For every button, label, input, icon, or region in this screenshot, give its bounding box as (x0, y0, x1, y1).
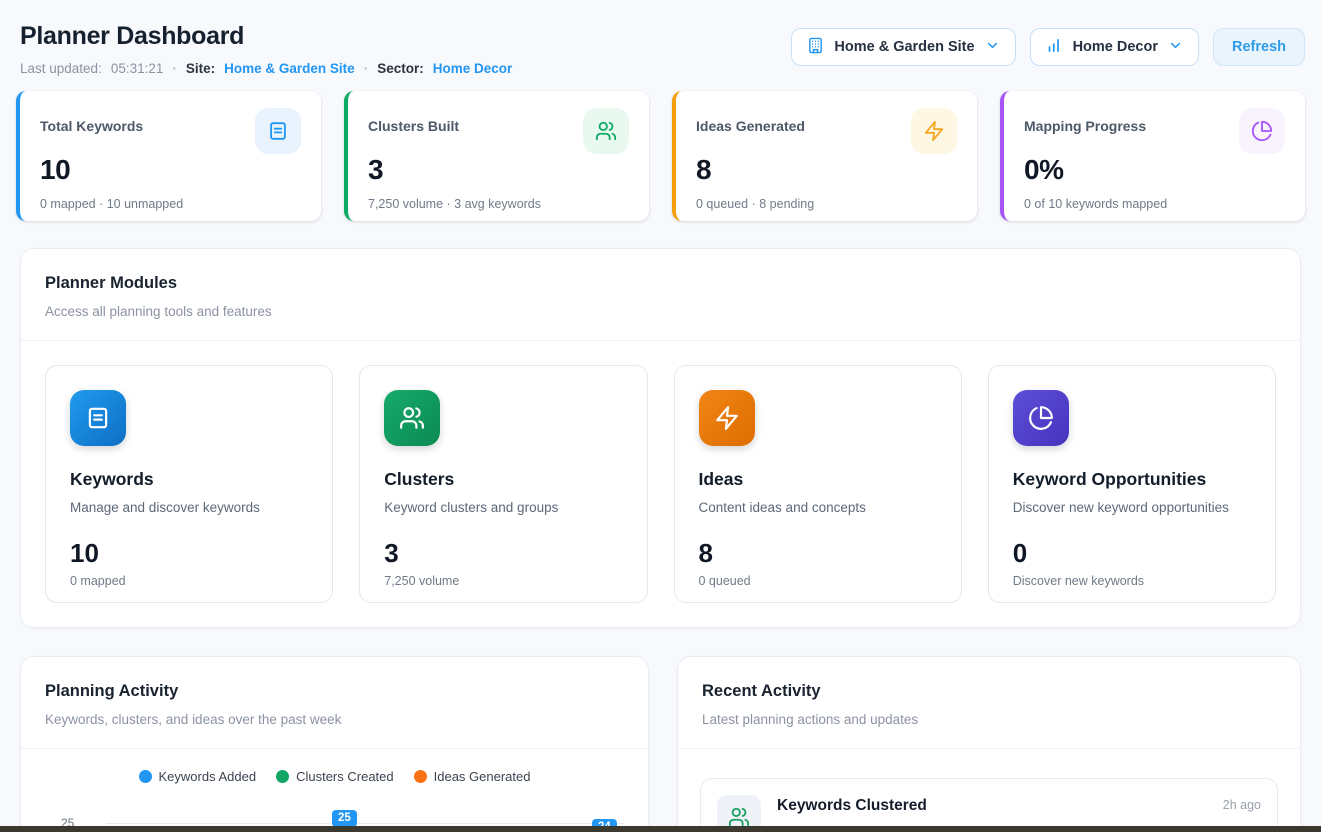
legend-item-keywords-added[interactable]: Keywords Added (139, 769, 257, 784)
document-icon (255, 108, 301, 154)
recent-activity-list: Keywords Clustered 3 new clusters create… (678, 749, 1300, 832)
module-card-keyword-opportunities[interactable]: Keyword Opportunities Discover new keywo… (988, 365, 1276, 603)
sector-selector-label: Home Decor (1073, 39, 1158, 55)
meta-line: Last updated: 05:31:21 · Site: Home & Ga… (20, 61, 512, 76)
planning-activity-title: Planning Activity (45, 682, 624, 701)
modules-panel-header: Planner Modules Access all planning tool… (21, 249, 1300, 341)
stat-label: Total Keywords (40, 118, 143, 134)
stat-value: 10 (40, 154, 301, 186)
header-actions: Home & Garden Site Home Decor Refresh (791, 28, 1305, 66)
chart-legend: Keywords Added Clusters Created Ideas Ge… (45, 769, 624, 784)
last-updated-label: Last updated: (20, 61, 102, 76)
legend-item-ideas-generated[interactable]: Ideas Generated (414, 769, 531, 784)
recent-activity-header: Recent Activity Latest planning actions … (678, 657, 1300, 749)
module-description: Keyword clusters and groups (384, 500, 622, 515)
recent-activity-title: Recent Activity (702, 682, 1276, 701)
legend-label: Ideas Generated (434, 769, 531, 784)
planning-activity-panel: Planning Activity Keywords, clusters, an… (20, 656, 649, 832)
legend-item-clusters-created[interactable]: Clusters Created (276, 769, 394, 784)
module-detail: Discover new keywords (1013, 574, 1251, 588)
zap-icon (699, 390, 755, 446)
bar-chart-icon (1046, 37, 1063, 58)
page-title: Planner Dashboard (20, 22, 512, 51)
stat-value: 8 (696, 154, 957, 186)
chevron-down-icon (985, 38, 1000, 57)
recent-activity-panel: Recent Activity Latest planning actions … (677, 656, 1301, 832)
planner-modules-panel: Planner Modules Access all planning tool… (20, 248, 1301, 628)
stat-card-clusters-built: Clusters Built 3 7,250 volume · 3 avg ke… (344, 91, 649, 221)
meta-separator: · (364, 61, 369, 76)
sector-link[interactable]: Home Decor (433, 61, 513, 76)
stat-value: 3 (368, 154, 629, 186)
stat-label: Ideas Generated (696, 118, 805, 134)
site-label: Site: (186, 61, 215, 76)
stat-card-ideas-generated: Ideas Generated 8 0 queued · 8 pending (672, 91, 977, 221)
stat-detail: 0 queued · 8 pending (696, 197, 957, 211)
module-title: Clusters (384, 469, 622, 490)
users-icon (583, 108, 629, 154)
sector-selector-button[interactable]: Home Decor (1030, 28, 1199, 66)
stat-label: Mapping Progress (1024, 118, 1146, 134)
building-icon (807, 37, 824, 58)
recent-activity-subtitle: Latest planning actions and updates (702, 712, 1276, 727)
module-description: Content ideas and concepts (699, 500, 937, 515)
pie-chart-icon (1239, 108, 1285, 154)
legend-label: Keywords Added (159, 769, 257, 784)
module-description: Discover new keyword opportunities (1013, 500, 1251, 515)
activity-timestamp: 2h ago (1223, 798, 1261, 812)
chevron-down-icon (1168, 38, 1183, 57)
main-column: Planner Modules Access all planning tool… (0, 248, 1321, 832)
module-card-keywords[interactable]: Keywords Manage and discover keywords 10… (45, 365, 333, 603)
planning-activity-subtitle: Keywords, clusters, and ideas over the p… (45, 712, 624, 727)
bottom-row: Planning Activity Keywords, clusters, an… (20, 656, 1301, 832)
module-title: Ideas (699, 469, 937, 490)
site-selector-label: Home & Garden Site (834, 39, 974, 55)
modules-subtitle: Access all planning tools and features (45, 304, 1276, 319)
data-point-label: 25 (332, 810, 357, 827)
pie-chart-icon (1013, 390, 1069, 446)
legend-label: Clusters Created (296, 769, 394, 784)
activity-title: Keywords Clustered (777, 797, 1207, 815)
activity-item-keywords-clustered[interactable]: Keywords Clustered 3 new clusters create… (700, 778, 1278, 832)
module-detail: 0 mapped (70, 574, 308, 588)
modules-grid: Keywords Manage and discover keywords 10… (21, 341, 1300, 627)
module-value: 8 (699, 538, 937, 569)
stats-row: Total Keywords 10 0 mapped · 10 unmapped… (0, 76, 1321, 221)
meta-separator: · (172, 61, 177, 76)
zap-icon (911, 108, 957, 154)
site-link[interactable]: Home & Garden Site (224, 61, 355, 76)
header-left: Planner Dashboard Last updated: 05:31:21… (20, 22, 512, 76)
stat-value: 0% (1024, 154, 1285, 186)
document-icon (70, 390, 126, 446)
module-card-ideas[interactable]: Ideas Content ideas and concepts 8 0 que… (674, 365, 962, 603)
modules-title: Planner Modules (45, 274, 1276, 293)
stat-label: Clusters Built (368, 118, 459, 134)
planning-activity-header: Planning Activity Keywords, clusters, an… (21, 657, 648, 749)
sector-label: Sector: (377, 61, 424, 76)
taskbar-edge (0, 826, 1321, 832)
module-value: 10 (70, 538, 308, 569)
module-title: Keyword Opportunities (1013, 469, 1251, 490)
site-selector-button[interactable]: Home & Garden Site (791, 28, 1015, 66)
module-description: Manage and discover keywords (70, 500, 308, 515)
module-title: Keywords (70, 469, 308, 490)
legend-dot-orange (414, 770, 427, 783)
stat-card-mapping-progress: Mapping Progress 0% 0 of 10 keywords map… (1000, 91, 1305, 221)
stat-detail: 0 mapped · 10 unmapped (40, 197, 301, 211)
stat-detail: 7,250 volume · 3 avg keywords (368, 197, 629, 211)
module-value: 3 (384, 538, 622, 569)
stat-detail: 0 of 10 keywords mapped (1024, 197, 1285, 211)
module-detail: 0 queued (699, 574, 937, 588)
module-card-clusters[interactable]: Clusters Keyword clusters and groups 3 7… (359, 365, 647, 603)
legend-dot-blue (139, 770, 152, 783)
users-icon (384, 390, 440, 446)
page-header: Planner Dashboard Last updated: 05:31:21… (0, 0, 1321, 76)
stat-card-total-keywords: Total Keywords 10 0 mapped · 10 unmapped (16, 91, 321, 221)
module-detail: 7,250 volume (384, 574, 622, 588)
module-value: 0 (1013, 538, 1251, 569)
refresh-button[interactable]: Refresh (1213, 28, 1305, 66)
planning-activity-chart: Keywords Added Clusters Created Ideas Ge… (21, 749, 648, 832)
last-updated-value: 05:31:21 (111, 61, 164, 76)
legend-dot-green (276, 770, 289, 783)
